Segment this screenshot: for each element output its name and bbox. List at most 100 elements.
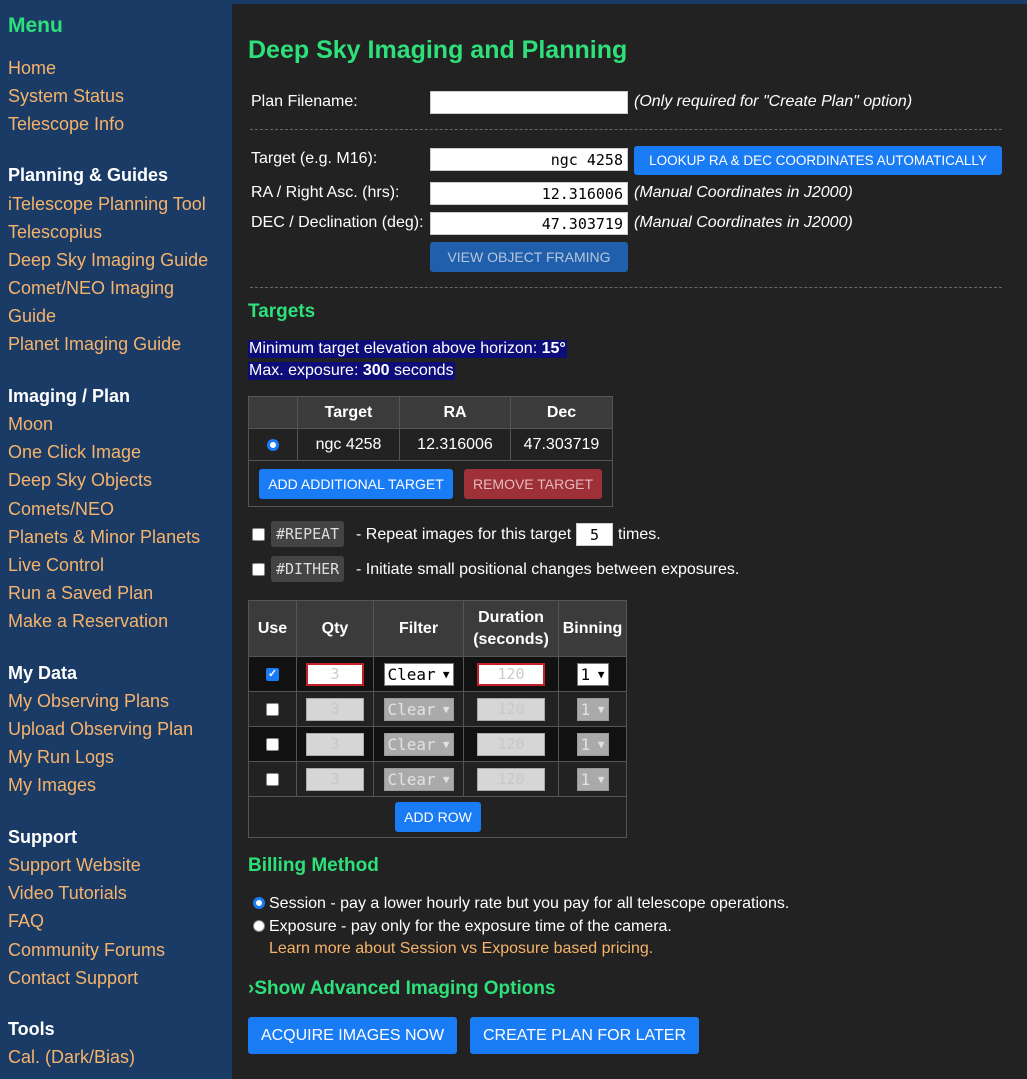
qty-input[interactable]: 3 — [306, 767, 364, 791]
target-input[interactable]: ngc 4258 — [430, 148, 628, 171]
advanced-options-toggle[interactable]: ›Show Advanced Imaging Options — [248, 978, 556, 1000]
session-radio[interactable] — [253, 897, 265, 909]
acquire-images-button[interactable]: ACQUIRE IMAGES NOW — [248, 1017, 457, 1054]
sidebar-link-itelescope-planning[interactable]: iTelescope Planning Tool — [8, 194, 206, 215]
sidebar-link-one-click-image[interactable]: One Click Image — [8, 442, 141, 463]
qty-cell[interactable]: 3 — [296, 656, 374, 692]
sidebar-link-cal-dark-bias[interactable]: Cal. (Dark/Bias) — [8, 1047, 135, 1068]
filter-cell[interactable]: Clear ▼ — [373, 761, 464, 797]
table-row[interactable]: ngc 4258 12.316006 47.303719 — [248, 428, 613, 461]
sidebar-link-make-reservation[interactable]: Make a Reservation — [8, 611, 168, 632]
add-target-button[interactable]: ADD ADDITIONAL TARGET — [259, 469, 453, 499]
sidebar-link-telescopius[interactable]: Telescopius — [8, 222, 102, 243]
filter-cell[interactable]: Clear ▼ — [373, 726, 464, 762]
sidebar-link-planet-guide[interactable]: Planet Imaging Guide — [8, 334, 181, 355]
sidebar-link-my-images[interactable]: My Images — [8, 775, 96, 796]
duration-cell[interactable]: 120 — [463, 726, 559, 762]
filter-select[interactable]: Clear ▼ — [383, 662, 454, 686]
sidebar-link-run-saved-plan[interactable]: Run a Saved Plan — [8, 583, 153, 604]
sidebar-link-telescope-info[interactable]: Telescope Info — [8, 114, 124, 135]
qty-cell[interactable]: 3 — [296, 691, 374, 727]
binning-select[interactable]: 1 ▼ — [576, 767, 609, 791]
add-row-button[interactable]: ADD ROW — [395, 802, 481, 832]
dec-input[interactable]: 47.303719 — [430, 212, 628, 235]
use-checkbox[interactable] — [266, 772, 279, 786]
table-row[interactable]: 3 Clear▼ 120 1▼ — [248, 726, 627, 762]
duration-cell[interactable]: 120 — [463, 656, 559, 692]
use-cell[interactable] — [248, 656, 297, 692]
use-cell[interactable] — [248, 761, 297, 797]
sidebar-link-live-control[interactable]: Live Control — [8, 555, 104, 576]
filter-select[interactable]: Clear ▼ — [383, 767, 454, 791]
duration-input[interactable]: 120 — [477, 732, 545, 756]
table-header-binning: Binning — [558, 600, 627, 657]
qty-cell[interactable]: 3 — [296, 761, 374, 797]
duration-input[interactable]: 120 — [477, 697, 545, 721]
sidebar-link-video-tutorials[interactable]: Video Tutorials — [8, 883, 127, 904]
lookup-coordinates-button[interactable]: LOOKUP RA & DEC COORDINATES AUTOMATICALL… — [634, 146, 1002, 175]
binning-select-value: 1 — [580, 699, 591, 719]
repeat-checkbox[interactable] — [252, 528, 265, 541]
chevron-down-icon: ▼ — [597, 667, 605, 681]
binning-cell[interactable]: 1 ▼ — [558, 761, 627, 797]
sidebar-link-comet-neo-guide-cont[interactable]: Guide — [8, 306, 56, 327]
filter-cell[interactable]: Clear ▼ — [373, 691, 464, 727]
use-checkbox[interactable] — [266, 702, 279, 716]
filter-select[interactable]: Clear ▼ — [383, 732, 454, 756]
dither-checkbox[interactable] — [252, 563, 265, 576]
plan-filename-input[interactable] — [430, 91, 628, 114]
exposure-radio[interactable] — [253, 920, 265, 932]
binning-cell[interactable]: 1 ▼ — [558, 656, 627, 692]
advanced-options-label: Show Advanced Imaging Options — [254, 978, 556, 999]
use-cell[interactable] — [248, 691, 297, 727]
use-checkbox[interactable] — [266, 667, 279, 681]
sidebar-link-observing-plans[interactable]: My Observing Plans — [8, 691, 169, 712]
ra-input[interactable]: 12.316006 — [430, 182, 628, 205]
table-row[interactable]: 3 Clear▼ 120 1▼ — [248, 691, 627, 727]
view-object-framing-button[interactable]: VIEW OBJECT FRAMING — [430, 242, 628, 272]
sidebar-link-run-logs[interactable]: My Run Logs — [8, 747, 114, 768]
sidebar-heading-my-data: My Data — [8, 663, 78, 683]
use-cell[interactable] — [248, 726, 297, 762]
filter-cell[interactable]: Clear ▼ — [373, 656, 464, 692]
sidebar-link-deep-sky-guide[interactable]: Deep Sky Imaging Guide — [8, 250, 208, 271]
filter-select-value: Clear — [387, 734, 436, 754]
target-select-cell[interactable] — [248, 428, 298, 461]
qty-input[interactable]: 3 — [306, 697, 364, 721]
sidebar-link-system-status[interactable]: System Status — [8, 86, 124, 107]
duration-cell[interactable]: 120 — [463, 761, 559, 797]
binning-cell[interactable]: 1 ▼ — [558, 691, 627, 727]
filter-select[interactable]: Clear ▼ — [383, 697, 454, 721]
target-select-radio[interactable] — [267, 438, 279, 451]
sidebar-link-contact-support[interactable]: Contact Support — [8, 968, 138, 989]
binning-select[interactable]: 1 ▼ — [576, 732, 609, 756]
use-checkbox[interactable] — [266, 737, 279, 751]
sidebar-link-comets-neo[interactable]: Comets/NEO — [8, 499, 114, 520]
duration-input[interactable]: 120 — [477, 662, 545, 686]
create-plan-button[interactable]: CREATE PLAN FOR LATER — [470, 1017, 699, 1054]
table-row[interactable]: 3 Clear▼ 120 1▼ — [248, 761, 627, 797]
qty-input[interactable]: 3 — [306, 662, 364, 686]
binning-cell[interactable]: 1 ▼ — [558, 726, 627, 762]
sidebar-link-home[interactable]: Home — [8, 58, 56, 79]
binning-select[interactable]: 1 ▼ — [576, 662, 609, 686]
sidebar-link-moon[interactable]: Moon — [8, 414, 53, 435]
sidebar-link-support-website[interactable]: Support Website — [8, 855, 141, 876]
sidebar-link-comet-neo-guide[interactable]: Comet/NEO Imaging — [8, 278, 174, 299]
table-row[interactable]: 3 Clear▼ 120 1▼ — [248, 656, 627, 692]
duration-input[interactable]: 120 — [477, 767, 545, 791]
sidebar-link-planets[interactable]: Planets & Minor Planets — [8, 527, 200, 548]
sidebar-link-deep-sky-objects[interactable]: Deep Sky Objects — [8, 470, 152, 491]
duration-cell[interactable]: 120 — [463, 691, 559, 727]
exposure-table-header: Use Qty Filter Duration (seconds) Binnin… — [248, 600, 627, 657]
pricing-info-link[interactable]: Learn more about Session vs Exposure bas… — [269, 940, 653, 958]
qty-cell[interactable]: 3 — [296, 726, 374, 762]
repeat-count-input[interactable]: 5 — [576, 523, 613, 546]
sidebar-link-upload-plan[interactable]: Upload Observing Plan — [8, 719, 193, 740]
qty-input[interactable]: 3 — [306, 732, 364, 756]
sidebar-link-faq[interactable]: FAQ — [8, 911, 44, 932]
dither-tag: #DITHER — [271, 556, 345, 582]
binning-select[interactable]: 1 ▼ — [576, 697, 609, 721]
sidebar-link-community-forums[interactable]: Community Forums — [8, 940, 165, 961]
remove-target-button[interactable]: REMOVE TARGET — [464, 469, 602, 499]
